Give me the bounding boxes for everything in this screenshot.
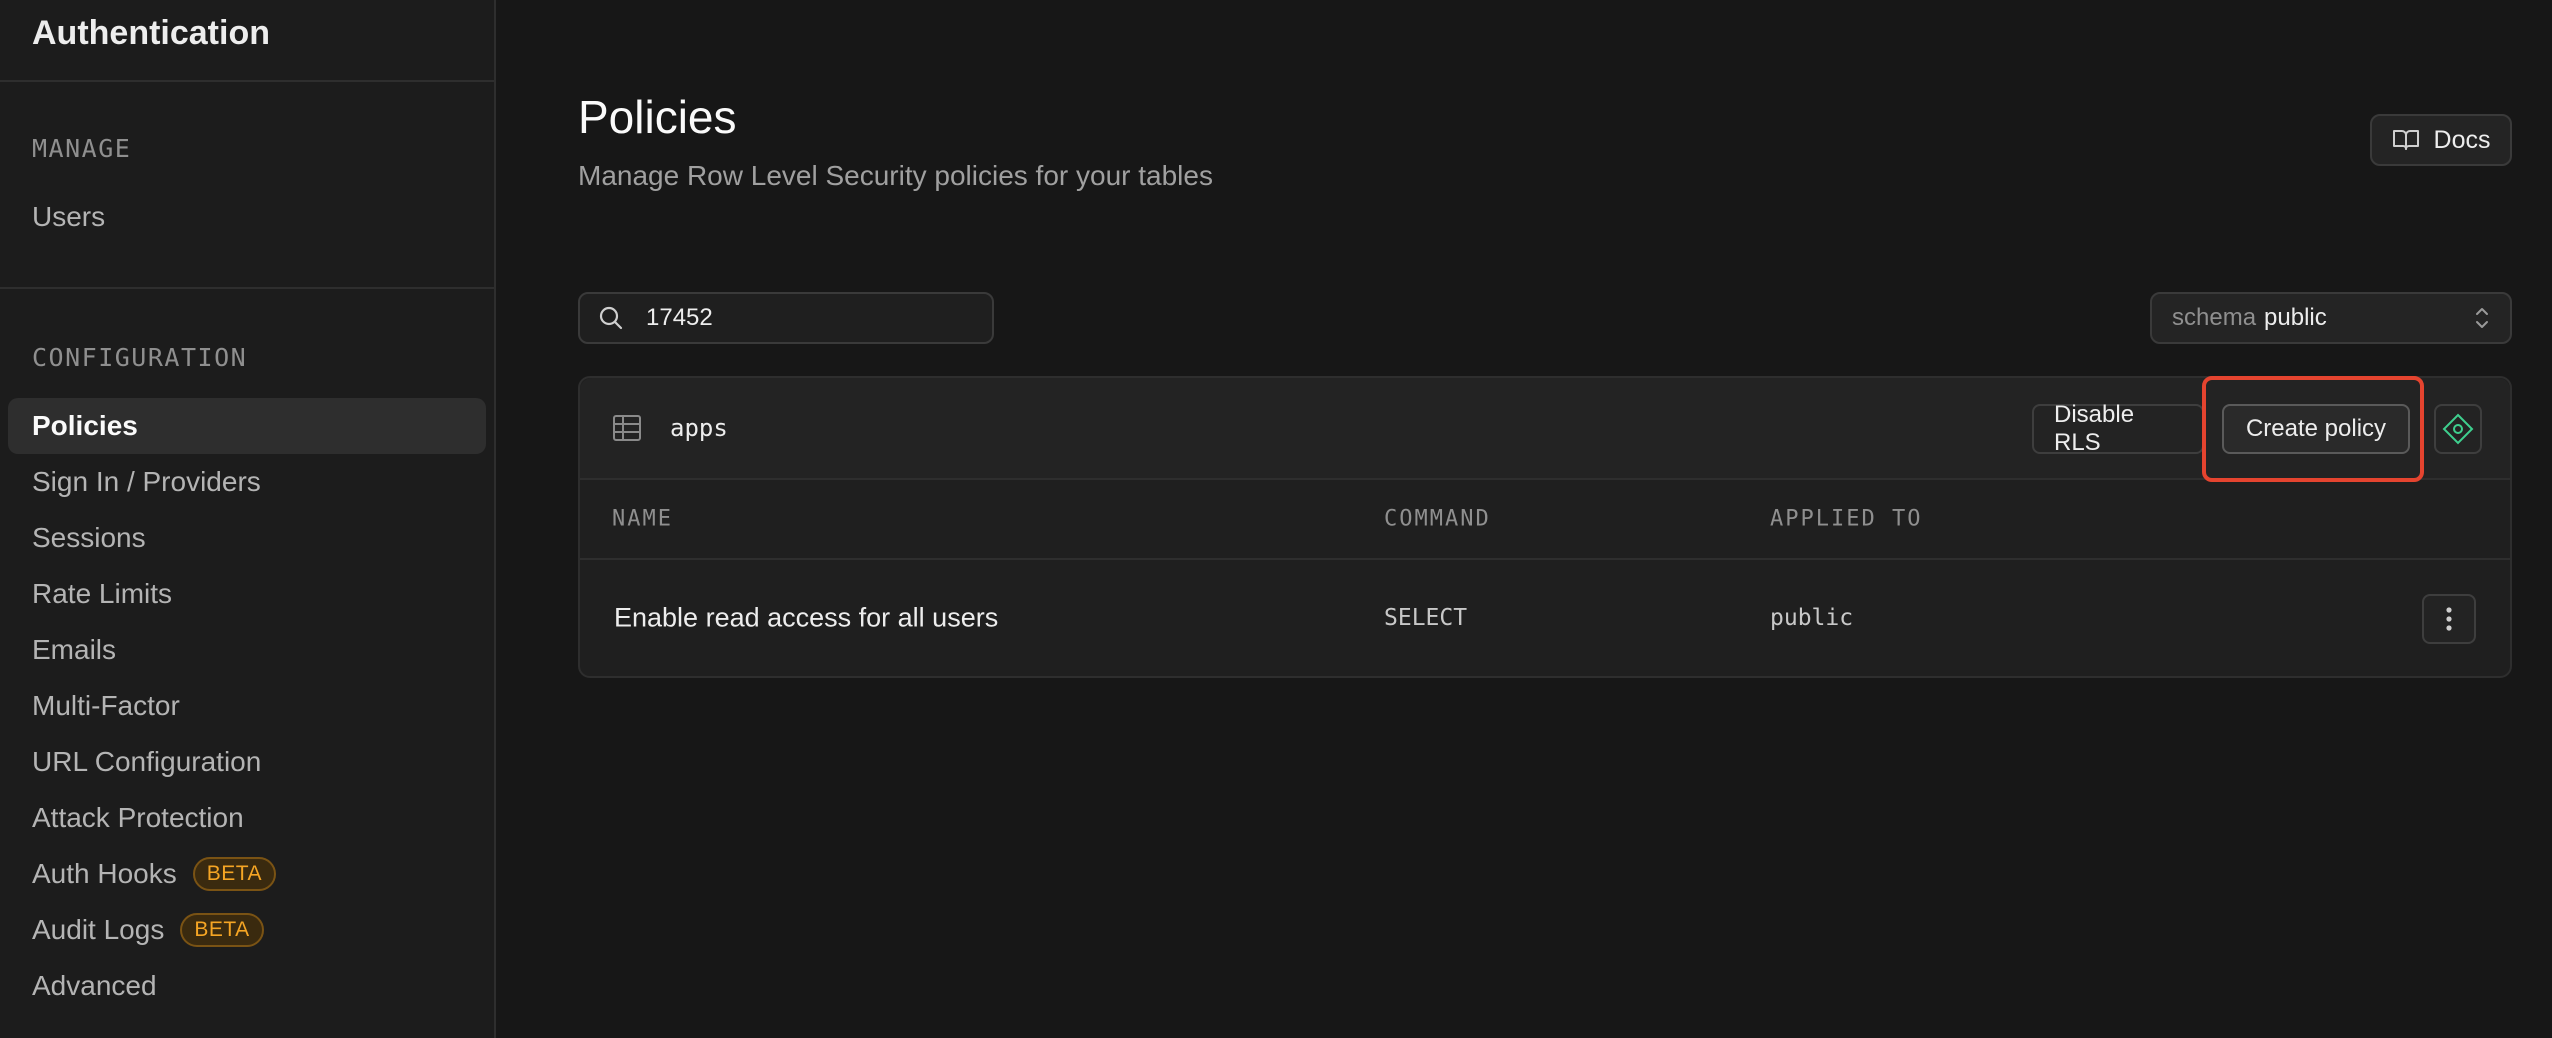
sidebar-item-audit-logs[interactable]: Audit Logs BETA [8,902,486,958]
sidebar-title: Authentication [0,0,494,82]
sidebar-item-label: Audit Logs [32,914,165,945]
search-icon [599,306,623,330]
sidebar-item-auth-hooks[interactable]: Auth Hooks BETA [8,846,486,902]
sidebar-item-label: Advanced [32,970,157,1001]
sidebar-item-label: URL Configuration [32,746,262,777]
beta-badge: BETA [180,913,264,947]
sidebar-heading-manage: MANAGE [32,134,132,163]
docs-label: Docs [2433,125,2491,154]
table-icon [613,415,641,441]
table-policies-card: apps Disable RLS Create policy NAME COMM… [578,376,2512,678]
search-box[interactable] [578,292,994,344]
search-input[interactable] [646,304,966,332]
sidebar-section-configuration: CONFIGURATION Policies Sign In / Provide… [0,289,494,1038]
sidebar-item-advanced[interactable]: Advanced [8,958,486,1014]
schema-value: public [2264,304,2327,331]
sidebar-item-sign-in-providers[interactable]: Sign In / Providers [8,454,486,510]
sidebar-item-label: Attack Protection [32,802,244,833]
sidebar-item-attack-protection[interactable]: Attack Protection [8,790,486,846]
schema-label: schema [2172,304,2257,331]
ai-assistant-button[interactable] [2434,404,2482,454]
sidebar-item-label: Auth Hooks [32,858,177,889]
sidebar-item-sessions[interactable]: Sessions [8,510,486,566]
table-card-header: apps Disable RLS Create policy [580,376,2510,482]
page-subtitle: Manage Row Level Security policies for y… [578,160,1213,191]
policy-command: SELECT [1384,605,1468,631]
sidebar-item-label: Sign In / Providers [32,466,261,497]
sidebar-item-label: Emails [32,634,117,665]
beta-badge: BETA [192,857,277,891]
sidebar-item-rate-limits[interactable]: Rate Limits [8,566,486,622]
sidebar-item-label: Rate Limits [32,578,173,609]
table-name: apps [670,414,728,442]
sidebar-item-label: Policies [32,410,138,441]
docs-button[interactable]: Docs [2370,114,2512,166]
app-root: Authentication MANAGE Users CONFIGURATIO… [0,0,2552,1038]
create-policy-button[interactable]: Create policy [2222,404,2410,454]
sidebar: Authentication MANAGE Users CONFIGURATIO… [0,0,496,1038]
column-header-name: NAME [612,506,673,532]
table-row[interactable]: Enable read access for all users SELECT … [580,560,2510,676]
sidebar-item-label: Sessions [32,522,146,553]
sidebar-item-label: Users [32,201,106,232]
row-actions-button[interactable] [2422,594,2476,644]
sidebar-item-policies[interactable]: Policies [8,398,486,454]
main-content: Policies Manage Row Level Security polic… [498,0,2552,1038]
sidebar-item-emails[interactable]: Emails [8,622,486,678]
sidebar-section-manage: MANAGE Users [0,82,494,289]
policy-applied-to: public [1770,605,1854,631]
chevron-up-down-icon [2476,308,2488,328]
schema-select[interactable]: schema public [2150,292,2512,344]
more-vertical-icon [2446,607,2452,631]
disable-rls-button[interactable]: Disable RLS [2032,401,2204,456]
policy-name: Enable read access for all users [614,602,999,633]
table-column-headers: NAME COMMAND APPLIED TO [580,480,2510,560]
ai-diamond-icon [2442,413,2474,445]
sidebar-item-url-configuration[interactable]: URL Configuration [8,734,486,790]
column-header-applied-to: APPLIED TO [1770,506,1923,532]
sidebar-heading-configuration: CONFIGURATION [32,343,248,372]
page-title: Policies [578,91,737,143]
book-icon [2392,130,2419,150]
sidebar-item-label: Multi-Factor [32,690,180,721]
sidebar-item-multi-factor[interactable]: Multi-Factor [8,678,486,734]
sidebar-item-users[interactable]: Users [8,189,486,245]
column-header-command: COMMAND [1384,506,1491,532]
